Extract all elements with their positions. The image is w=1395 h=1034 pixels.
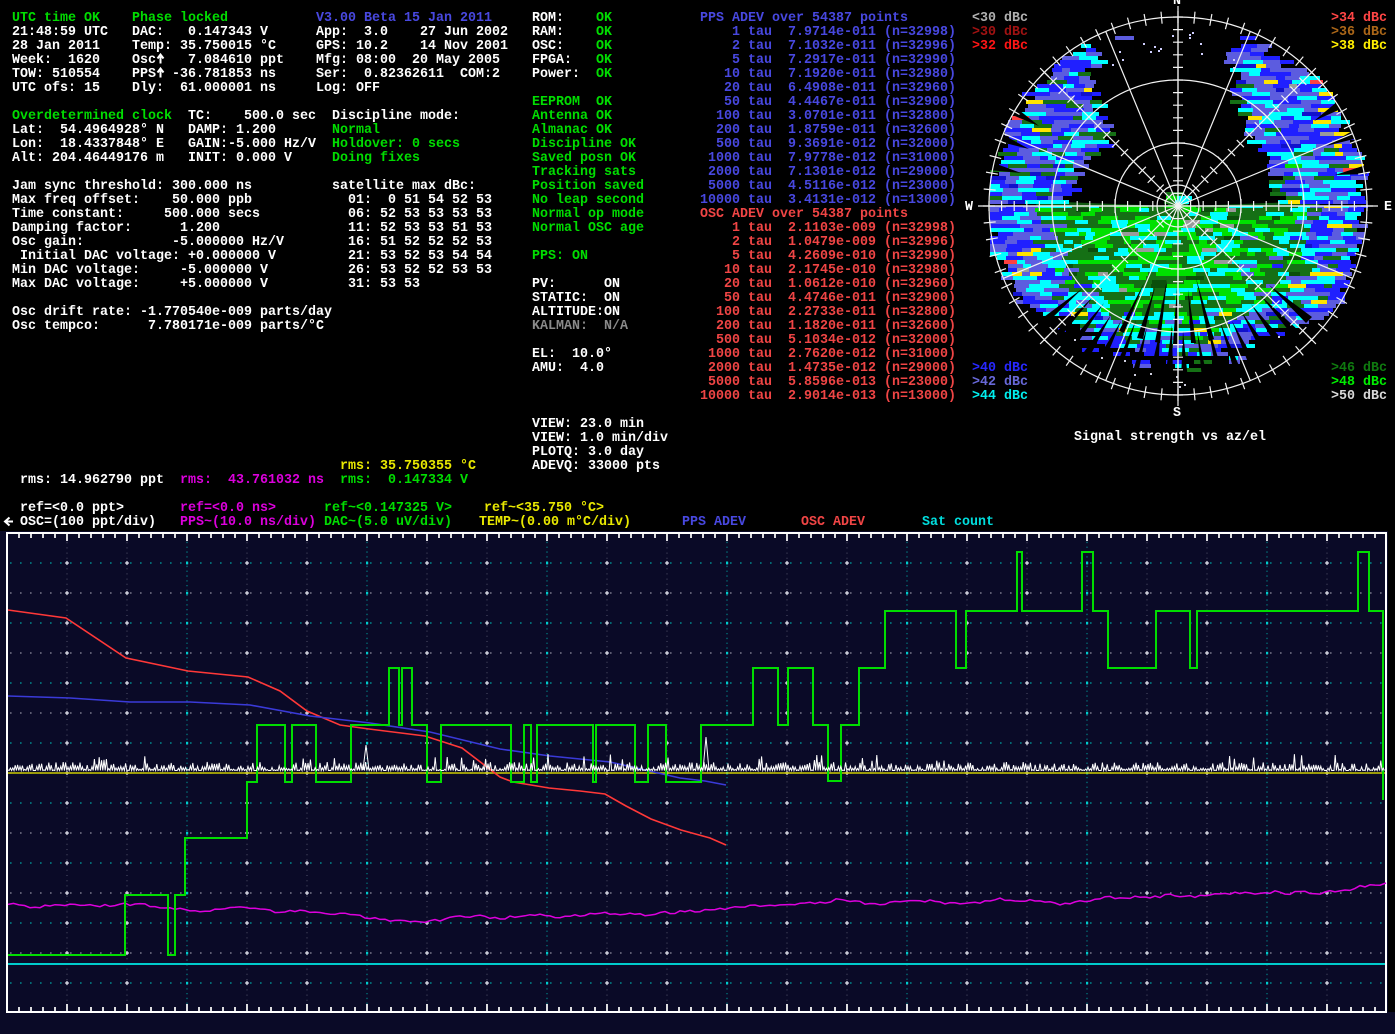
svg-text:UTC ofs: 15: UTC ofs: 15 [12, 80, 100, 96]
svg-text:KALMAN: N/A: KALMAN: N/A [532, 318, 628, 334]
svg-text:rms: 0.147334 V: rms: 0.147334 V [340, 472, 468, 488]
svg-text:N: N [1173, 0, 1181, 9]
svg-text:>44 dBc: >44 dBc [972, 388, 1028, 404]
svg-text:rms: 14.962790 ppt: rms: 14.962790 ppt [20, 472, 164, 488]
svg-text:PPS~(10.0 ns/div): PPS~(10.0 ns/div) [180, 514, 316, 530]
svg-text:Signal strength vs az/el: Signal strength vs az/el [1074, 429, 1266, 445]
svg-text:PPS ADEV: PPS ADEV [682, 514, 746, 530]
svg-text:>50 dBc: >50 dBc [1331, 388, 1387, 404]
svg-text:OSC ADEV: OSC ADEV [801, 514, 865, 530]
svg-text:Sat count: Sat count [922, 514, 994, 530]
svg-text:Osc tempco: 7.780171e-009: Osc tempco: 7.780171e-009 parts/°C [12, 318, 324, 334]
svg-text:OK: OK [596, 66, 612, 82]
svg-text:PPS: ON: PPS: ON [532, 248, 588, 264]
svg-text:Max DAC voltage: +5.000000: Max DAC voltage: +5.000000 V [12, 276, 268, 292]
svg-text:S: S [1173, 405, 1181, 421]
svg-text:>38 dBc: >38 dBc [1331, 38, 1387, 54]
svg-text:INIT: 0.000 V: INIT: 0.000 V [188, 150, 292, 166]
svg-text:Power:: Power: [532, 66, 580, 82]
svg-text:OSC=(100 ppt/div): OSC=(100 ppt/div) [4, 514, 156, 530]
svg-text:ADEVQ: 33000 pts: ADEVQ: 33000 pts [532, 458, 660, 474]
svg-text:Normal OSC age: Normal OSC age [532, 220, 644, 236]
svg-text:AMU: 4.0: AMU: 4.0 [532, 360, 604, 376]
svg-text:W: W [965, 199, 973, 215]
svg-text:Dly: 61.000001 ns: Dly: 61.000001 ns [132, 80, 276, 96]
svg-text:Doing fixes: Doing fixes [332, 150, 420, 166]
svg-text:>32 dBc: >32 dBc [972, 38, 1028, 54]
svg-text:10000 tau 2.9014e-013 (n=1300: 10000 tau 2.9014e-013 (n=13000) [700, 388, 956, 404]
svg-text:rms: 43.761032 ns: rms: 43.761032 ns [180, 472, 324, 488]
svg-text:31: 53 53: 31: 53 53 [332, 276, 420, 292]
svg-text:Alt: 204.46449176 m: Alt: 204.46449176 m [12, 150, 164, 166]
svg-text:E: E [1384, 199, 1392, 215]
svg-text:Log: OFF: Log: OFF [316, 80, 380, 96]
svg-text:TEMP~(0.00 m°C/div): TEMP~(0.00 m°C/div) [479, 514, 631, 530]
svg-text:DAC~(5.0 uV/div): DAC~(5.0 uV/div) [324, 514, 452, 530]
